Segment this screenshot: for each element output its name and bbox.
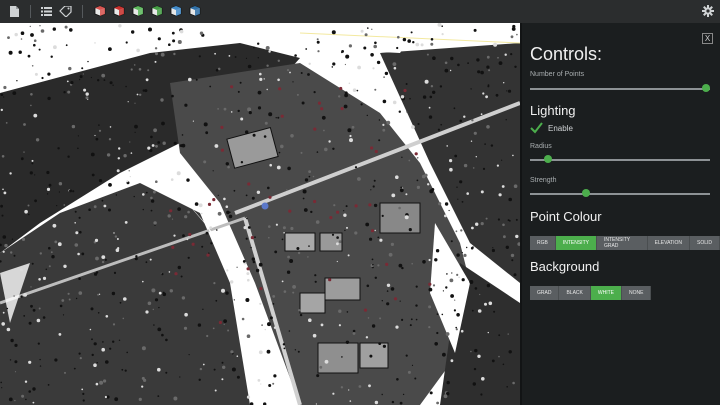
toolbar (0, 0, 720, 23)
point-colour-intensity-grad-button[interactable]: INTENSITY GRAD (596, 236, 648, 250)
background-white-button[interactable]: WHITE (590, 286, 622, 300)
number-of-points-label: Number of Points (530, 71, 585, 78)
cube-blue-white-icon[interactable] (188, 4, 202, 18)
checkmark-icon (530, 122, 543, 134)
background-none-button[interactable]: NONE (621, 286, 652, 300)
lighting-heading: Lighting (530, 103, 576, 118)
radius-label: Radius (530, 143, 552, 150)
cube-red-icon[interactable] (93, 4, 107, 18)
slider-knob[interactable] (702, 84, 711, 92)
controls-panel: X Controls: Number of Points Lighting En… (520, 23, 720, 405)
slider-knob[interactable] (544, 155, 552, 163)
cube-red-green-icon[interactable] (112, 4, 126, 18)
document-icon[interactable] (7, 4, 21, 18)
cube-blue-icon[interactable] (169, 4, 183, 18)
slider-knob[interactable] (581, 189, 590, 197)
radius-slider[interactable] (530, 155, 710, 164)
point-colour-intensity-button[interactable]: INTENSITY (555, 236, 597, 250)
cube-green-blue-icon[interactable] (150, 4, 164, 18)
background-black-button[interactable]: BLACK (559, 286, 591, 300)
point-colour-elevation-button[interactable]: ELEVATION (647, 236, 690, 250)
close-button[interactable]: X (702, 33, 713, 44)
point-cloud-viewport[interactable] (0, 23, 520, 405)
background-heading: Background (530, 259, 600, 274)
point-colour-solid-button[interactable]: SOLID (689, 236, 720, 250)
strength-label: Strength (530, 177, 557, 184)
strength-slider[interactable] (530, 189, 710, 198)
background-grad-button[interactable]: GRAD (530, 286, 560, 300)
cube-green-icon[interactable] (131, 4, 145, 18)
background-options: GRAD BLACK WHITE NONE (530, 286, 652, 300)
gear-icon[interactable] (701, 4, 715, 18)
point-colour-rgb-button[interactable]: RGB (530, 236, 556, 250)
controls-title: Controls: (530, 44, 603, 64)
number-of-points-slider[interactable] (530, 84, 711, 93)
enable-label: Enable (548, 124, 573, 133)
enable-lighting-checkbox[interactable] (530, 121, 544, 135)
list-icon[interactable] (39, 4, 53, 18)
point-colour-heading: Point Colour (530, 209, 602, 224)
point-colour-options: RGB INTENSITY INTENSITY GRAD ELEVATION SOLID (530, 236, 720, 250)
tag-icon[interactable] (58, 4, 72, 18)
